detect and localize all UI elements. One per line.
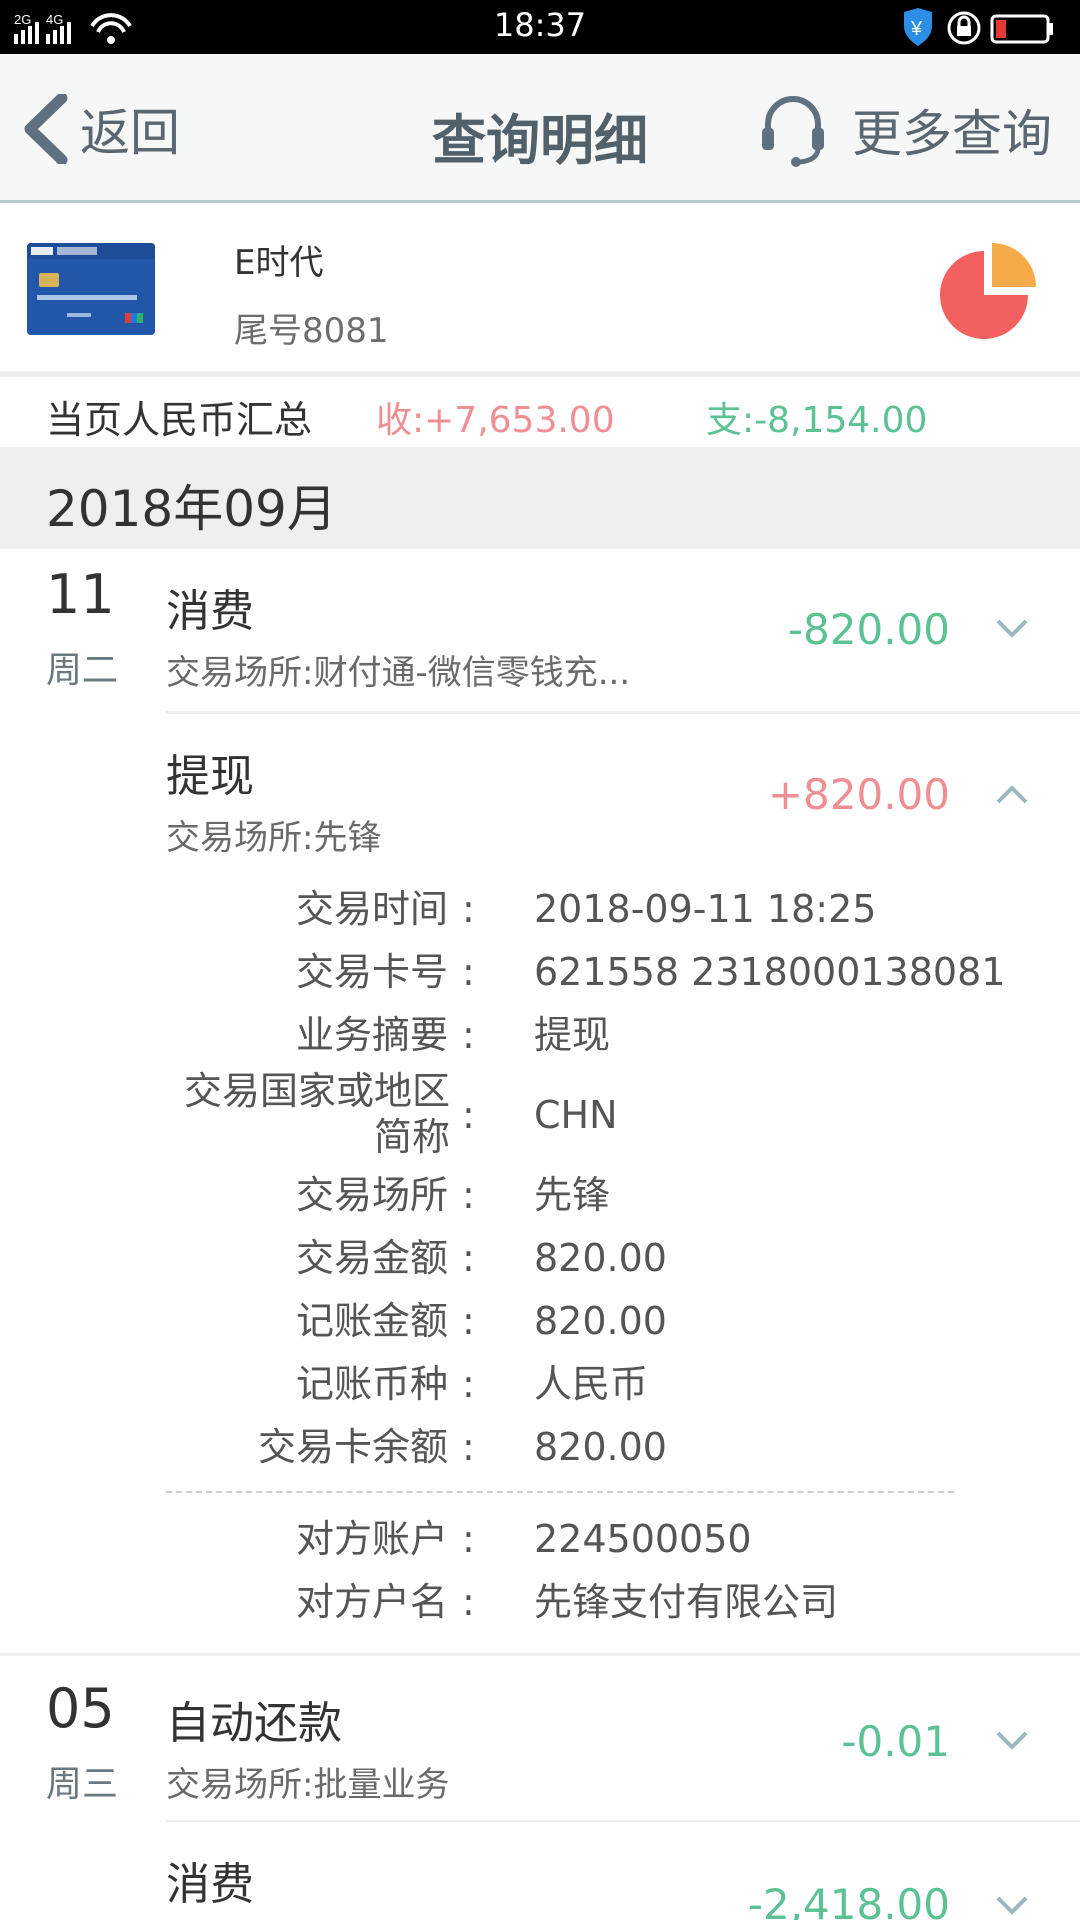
card-tail-number: 尾号8081 (234, 311, 389, 351)
transaction-weekday: 周三 (46, 1764, 119, 1805)
detail-label: 对方账户 (295, 1517, 448, 1561)
detail-label: 交易时间 (295, 887, 448, 931)
status-right: ¥ (896, 8, 1066, 48)
month-label: 2018年09月 (46, 480, 337, 538)
divider (0, 1653, 1080, 1656)
detail-value: 先锋支付有限公司 (534, 1580, 839, 1624)
detail-value: 820.00 (534, 1425, 667, 1469)
chevron-down-icon[interactable] (994, 1894, 1030, 1918)
headset-icon (762, 96, 824, 167)
detail-colon: : (462, 1093, 475, 1137)
summary-income: 收:+7,653.00 (376, 400, 615, 441)
detail-value: CHN (534, 1093, 618, 1137)
detail-value: 820.00 (534, 1299, 667, 1343)
nav-bar: 返回 查询明细 更多查询 (0, 54, 1080, 203)
detail-label: 交易场所 (295, 1173, 448, 1217)
detail-colon: : (462, 1236, 475, 1280)
shield-icon: ¥ (904, 8, 932, 46)
svg-text:¥: ¥ (910, 18, 923, 40)
transaction-type: 提现 (166, 751, 254, 802)
dashed-divider (166, 1491, 954, 1493)
detail-label: 记账币种 (295, 1362, 448, 1406)
detail-value: 提现 (534, 1013, 611, 1057)
detail-colon: : (462, 1425, 475, 1469)
transaction-type: 自动还款 (166, 1698, 342, 1749)
detail-value: 先锋 (534, 1173, 611, 1217)
detail-value: 2018-09-11 18:25 (534, 887, 877, 931)
transaction-weekday: 周二 (46, 650, 119, 691)
chevron-down-icon[interactable] (994, 617, 1030, 641)
detail-label: 交易金额 (295, 1236, 448, 1280)
summary-label: 当页人民币汇总 (46, 398, 313, 442)
detail-colon: : (462, 1173, 475, 1217)
transaction-day: 11 (46, 563, 115, 626)
detail-value: 621558 2318000138081 (534, 950, 1006, 994)
detail-colon: : (462, 887, 475, 931)
more-query-button[interactable]: 更多查询 (760, 92, 1052, 168)
transaction-amount: -0.01 (841, 1717, 950, 1766)
detail-colon: : (462, 950, 475, 994)
transaction-place: 交易场所:批量业务 (166, 1765, 450, 1805)
detail-label: 对方户名 (295, 1580, 448, 1624)
detail-colon: : (462, 1362, 475, 1406)
app-screen: 2G 4G 18:37 ¥ 返回 查询明细 更多查询 E时代 尾号8081 当页… (0, 0, 1080, 1920)
transaction-type: 消费 (166, 1859, 254, 1910)
more-query-label: 更多查询 (852, 105, 1052, 163)
bank-card-image (27, 243, 155, 335)
lock-rotation-icon (947, 11, 981, 45)
transaction-amount: +820.00 (767, 770, 950, 819)
status-bar: 2G 4G 18:37 ¥ (0, 0, 1080, 54)
detail-label: 交易卡余额 (257, 1425, 448, 1469)
chevron-up-icon[interactable] (994, 782, 1030, 806)
transaction-item[interactable]: 11 周二 消费 交易场所:财付通-微信零钱充... -820.00 (0, 549, 1080, 714)
transaction-item[interactable]: 05 周三 自动还款 交易场所:批量业务 -0.01 (0, 1657, 1080, 1823)
transaction-amount: -820.00 (787, 605, 950, 654)
transaction-place: 交易场所:先锋 (166, 818, 382, 858)
transaction-type: 消费 (166, 586, 254, 637)
detail-colon: : (462, 1517, 475, 1561)
month-header: 2018年09月 (0, 447, 1080, 549)
detail-label: 记账金额 (295, 1299, 448, 1343)
summary-expense: 支:-8,154.00 (706, 400, 928, 441)
pie-chart-icon[interactable] (940, 243, 1036, 339)
detail-colon: : (462, 1013, 475, 1057)
detail-label: 业务摘要 (295, 1013, 448, 1057)
chevron-down-icon[interactable] (994, 1729, 1030, 1753)
transaction-item[interactable]: 消费 -2,418.00 (0, 1822, 1080, 1920)
card-name: E时代 (234, 243, 324, 283)
detail-colon: : (462, 1580, 475, 1624)
transaction-amount: -2,418.00 (747, 1880, 950, 1920)
detail-value: 人民币 (534, 1362, 649, 1406)
transaction-item-expanded[interactable]: 提现 交易场所:先锋 +820.00 交易时间 : 2018-09-11 18:… (0, 714, 1080, 1656)
detail-value: 224500050 (534, 1517, 752, 1561)
battery-icon (990, 14, 1053, 44)
detail-colon: : (462, 1299, 475, 1343)
detail-label: 交易卡号 (295, 950, 448, 994)
transaction-day: 05 (46, 1677, 115, 1740)
page-summary: 当页人民币汇总 收:+7,653.00 支:-8,154.00 (0, 377, 1080, 445)
detail-value: 820.00 (534, 1236, 667, 1280)
card-info[interactable]: E时代 尾号8081 (0, 203, 1080, 377)
detail-label: 交易国家或地区简称 (183, 1069, 450, 1159)
transaction-place: 交易场所:财付通-微信零钱充... (166, 653, 631, 693)
